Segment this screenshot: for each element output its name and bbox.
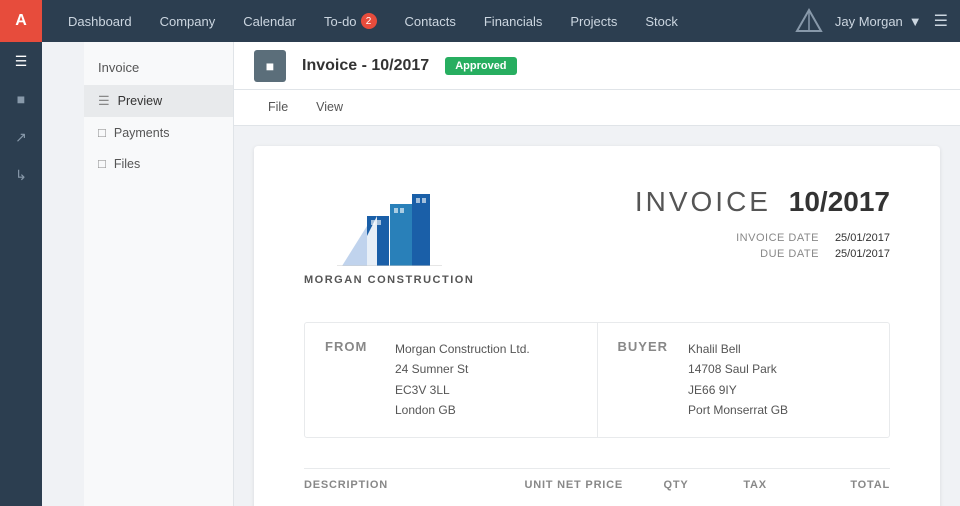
invoice-wrapper: MORGAN CONSTRUCTION INVOICE 10/2017 INVO… <box>234 126 960 506</box>
buyer-details: Khalil Bell 14708 Saul Park JE66 9IY Por… <box>688 339 788 421</box>
from-line3: EC3V 3LL <box>395 380 530 400</box>
th-total: TOTAL <box>797 479 890 491</box>
company-name-logo: MORGAN CONSTRUCTION <box>304 274 474 286</box>
page-header-icon: ■ <box>254 50 286 82</box>
page-header: ■ Invoice - 10/2017 Approved <box>234 42 960 90</box>
th-tax: TAX <box>713 479 797 491</box>
content-area: ■ Invoice - 10/2017 Approved File View <box>234 42 960 506</box>
tab-file[interactable]: File <box>254 90 302 126</box>
sidebar-nav-files[interactable]: □ Files <box>84 148 233 179</box>
sidebar-icon-dashboard[interactable]: ■ <box>0 80 42 118</box>
nav-right: Jay Morgan ▼ ☰ <box>795 7 948 35</box>
buyer-line1: Khalil Bell <box>688 339 788 359</box>
nav-stock[interactable]: Stock <box>631 0 692 42</box>
invoice-header: MORGAN CONSTRUCTION INVOICE 10/2017 INVO… <box>304 186 890 286</box>
secondary-sidebar: Invoice ☰ Preview □ Payments □ Files <box>84 42 234 506</box>
nav-contacts[interactable]: Contacts <box>391 0 470 42</box>
app-logo[interactable]: A <box>0 0 42 42</box>
from-line4: London GB <box>395 400 530 420</box>
invoice-date-row-2: DUE DATE 25/01/2017 <box>635 248 890 260</box>
todo-badge: 2 <box>361 13 377 29</box>
invoice-parties: FROM Morgan Construction Ltd. 24 Sumner … <box>304 322 890 438</box>
due-date-value: 25/01/2017 <box>835 248 890 260</box>
sidebar-nav-preview[interactable]: ☰ Preview <box>84 85 233 117</box>
user-menu[interactable]: Jay Morgan ▼ <box>835 14 922 29</box>
nav-financials[interactable]: Financials <box>470 0 557 42</box>
company-logo-icon <box>312 186 467 266</box>
nav-calendar[interactable]: Calendar <box>229 0 310 42</box>
files-icon: □ <box>98 156 106 171</box>
th-qty: QTY <box>639 479 713 491</box>
main-container: Invoice ☰ Preview □ Payments □ Files ■ I… <box>84 42 960 506</box>
invoice-date-label: INVOICE DATE <box>736 232 819 244</box>
invoice-table-header: DESCRIPTION UNIT NET PRICE QTY TAX TOTAL <box>304 468 890 499</box>
app-sidebar: A ☰ ■ ↗ ↳ <box>0 0 42 506</box>
hamburger-icon[interactable]: ☰ <box>934 11 948 31</box>
nav-items: Dashboard Company Calendar To-do 2 Conta… <box>54 0 795 42</box>
page-title: Invoice - 10/2017 <box>302 57 429 75</box>
nav-dashboard[interactable]: Dashboard <box>54 0 146 42</box>
invoice-number: 10/2017 <box>789 186 890 217</box>
invoice-dates: INVOICE DATE 25/01/2017 DUE DATE 25/01/2… <box>635 232 890 260</box>
buyer-line3: JE66 9IY <box>688 380 788 400</box>
preview-icon: ☰ <box>98 93 110 109</box>
payments-icon: □ <box>98 125 106 140</box>
invoice-title-area: INVOICE 10/2017 INVOICE DATE 25/01/2017 … <box>635 186 890 264</box>
th-description: DESCRIPTION <box>304 479 509 491</box>
th-unit-net-price: UNIT NET PRICE <box>509 479 639 491</box>
party-buyer: BUYER Khalil Bell 14708 Saul Park JE66 9… <box>598 323 890 437</box>
sidebar-icon-chart[interactable]: ↗ <box>0 118 42 156</box>
invoice-date-row-1: INVOICE DATE 25/01/2017 <box>635 232 890 244</box>
status-badge: Approved <box>445 57 516 75</box>
sidebar-nav-payments[interactable]: □ Payments <box>84 117 233 148</box>
buyer-line4: Port Monserrat GB <box>688 400 788 420</box>
brand-logo-icon <box>795 7 823 35</box>
invoice-document: MORGAN CONSTRUCTION INVOICE 10/2017 INVO… <box>254 146 940 506</box>
party-from: FROM Morgan Construction Ltd. 24 Sumner … <box>305 323 598 437</box>
sidebar-icon-list[interactable]: ☰ <box>0 42 42 80</box>
buyer-line2: 14708 Saul Park <box>688 359 788 379</box>
nav-projects[interactable]: Projects <box>556 0 631 42</box>
nav-company[interactable]: Company <box>146 0 230 42</box>
secondary-sidebar-title: Invoice <box>84 54 233 85</box>
nav-todo[interactable]: To-do 2 <box>310 0 391 42</box>
buyer-label: BUYER <box>618 339 669 354</box>
from-line2: 24 Sumner St <box>395 359 530 379</box>
tab-bar: File View <box>234 90 960 126</box>
from-line1: Morgan Construction Ltd. <box>395 339 530 359</box>
invoice-logo-area: MORGAN CONSTRUCTION <box>304 186 474 286</box>
tab-view[interactable]: View <box>302 90 357 126</box>
invoice-heading: INVOICE <box>635 186 771 217</box>
from-label: FROM <box>325 339 375 354</box>
sidebar-icon-arrow[interactable]: ↳ <box>0 156 42 194</box>
top-nav: Dashboard Company Calendar To-do 2 Conta… <box>42 0 960 42</box>
from-details: Morgan Construction Ltd. 24 Sumner St EC… <box>395 339 530 421</box>
due-date-label: DUE DATE <box>760 248 819 260</box>
invoice-date-value: 25/01/2017 <box>835 232 890 244</box>
